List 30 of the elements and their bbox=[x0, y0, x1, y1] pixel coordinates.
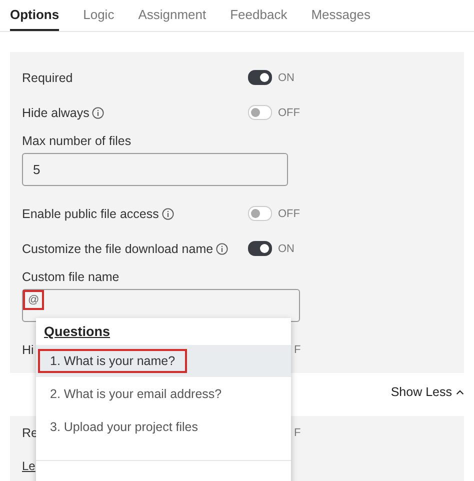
tab[interactable]: Options bbox=[10, 0, 60, 31]
tab[interactable]: Feedback bbox=[230, 0, 288, 31]
link[interactable]: Le bbox=[22, 458, 36, 472]
field-label: Max number of files bbox=[22, 134, 132, 148]
option-label: Enable public file access bbox=[22, 206, 159, 220]
field-label: Custom file name bbox=[22, 270, 120, 284]
menu-item[interactable]: 2. What is your email address? bbox=[36, 378, 291, 410]
toggle-state: OFF bbox=[278, 106, 300, 118]
toggle-state: F bbox=[294, 344, 301, 356]
field-value: 5 bbox=[32, 161, 42, 179]
menu-heading: Questions bbox=[43, 323, 112, 341]
toggle-state: F bbox=[294, 426, 301, 438]
tab[interactable]: Messages bbox=[311, 0, 370, 31]
caret-icon bbox=[456, 390, 464, 394]
input-field[interactable]: 5 bbox=[22, 153, 288, 186]
tab[interactable]: Logic bbox=[83, 0, 114, 31]
option-label: Hi bbox=[22, 342, 34, 356]
toggle-switch[interactable] bbox=[248, 241, 272, 256]
menu-item[interactable]: 1. What is your name? bbox=[36, 345, 291, 377]
toggle-switch[interactable] bbox=[248, 70, 272, 85]
toggle-state: OFF bbox=[278, 208, 300, 220]
toggle-state: ON bbox=[278, 242, 294, 254]
option-label: Hide always bbox=[22, 106, 90, 120]
field-value: @ bbox=[23, 290, 44, 310]
show-less-button[interactable]: Show Less bbox=[390, 383, 464, 401]
option-label: Required bbox=[22, 70, 73, 84]
tab[interactable]: Assignment bbox=[138, 0, 206, 31]
option-label: Customize the file download name bbox=[22, 242, 214, 256]
menu-item[interactable]: 3. Upload your project files bbox=[36, 411, 291, 443]
toggle-state: ON bbox=[278, 72, 294, 84]
